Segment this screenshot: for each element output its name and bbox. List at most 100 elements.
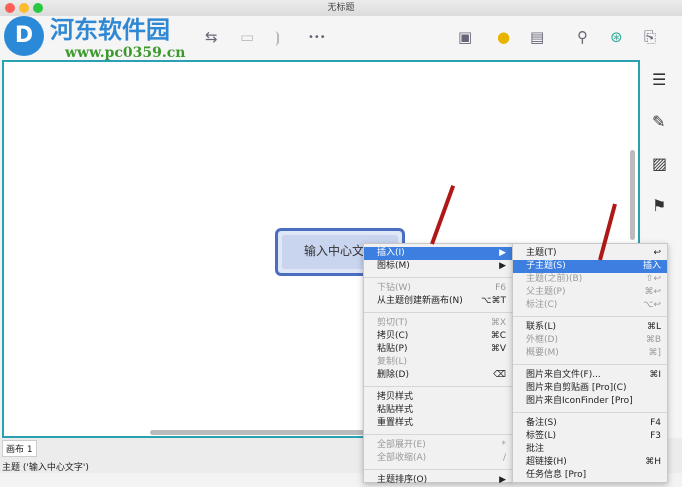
menu-item[interactable]: 父主题(P) ⌘↩ xyxy=(513,286,667,299)
menu-item-label: 删除(D) xyxy=(377,370,409,380)
search-icon[interactable]: ⚲ xyxy=(577,28,588,46)
menu-item-label: 概要(M) xyxy=(526,348,559,358)
watermark-url: www.pc0359.cn xyxy=(65,45,186,61)
format-icon[interactable]: ☰ xyxy=(652,70,666,89)
menu-item[interactable]: 主题(之前)(B) ⇧↩ xyxy=(513,273,667,286)
menu-item-label: 任务信息 [Pro] xyxy=(526,470,587,480)
relationship-icon[interactable]: ⇆ xyxy=(205,28,218,46)
menu-item[interactable]: 子主题(S) 插入 xyxy=(513,260,667,273)
context-menu: 插入(I) ▶ 图标(M) ▶ 下钻(W) F6 从主题创建新画布(N) ⌥⌘T 剪切(T) ⌘X… xyxy=(363,243,513,485)
menu-item[interactable]: 联系(L) ⌘L xyxy=(513,321,667,334)
menu-item-label: 拷贝样式 xyxy=(377,392,414,402)
menu-separator xyxy=(513,364,667,365)
menu-item-label: 拷贝(C) xyxy=(377,331,409,341)
menu-item[interactable]: 粘贴样式 xyxy=(364,404,512,417)
menu-item-label: 父主题(P) xyxy=(526,287,566,297)
menu-item[interactable]: 主题排序(O) ▶ xyxy=(364,474,512,487)
menu-item-shortcut: 插入 xyxy=(642,261,661,271)
share-icon[interactable]: ⊛ xyxy=(610,28,623,46)
menu-item[interactable]: 标签(L) F3 xyxy=(513,430,667,443)
menu-item-label: 图片来自剪贴画 [Pro](C) xyxy=(526,383,627,393)
menu-separator xyxy=(364,386,512,387)
style-brush-icon[interactable]: ✎ xyxy=(652,112,665,131)
menu-item-shortcut: ⌘L xyxy=(646,322,661,332)
menu-item-shortcut: F4 xyxy=(650,418,661,428)
menu-item-label: 粘贴(P) xyxy=(377,344,408,354)
zoom-button[interactable] xyxy=(33,3,43,13)
menu-item-label: 标注(C) xyxy=(526,300,558,310)
menu-item-shortcut: ▶ xyxy=(499,475,506,485)
menu-item[interactable]: 拷贝(C) ⌘C xyxy=(364,330,512,343)
minimize-button[interactable] xyxy=(19,3,29,13)
menu-item-shortcut: / xyxy=(502,453,506,463)
menu-separator xyxy=(513,412,667,413)
menu-separator xyxy=(513,316,667,317)
menu-separator xyxy=(364,277,512,278)
menu-item-shortcut: ⌘I xyxy=(649,370,661,380)
menu-item[interactable]: 插入(I) ▶ xyxy=(364,247,512,260)
menu-item[interactable]: 概要(M) ⌘] xyxy=(513,347,667,360)
menu-item[interactable]: 全部收缩(A) / xyxy=(364,452,512,465)
menu-item-label: 从主题创建新画布(N) xyxy=(377,296,463,306)
menu-item[interactable]: 备注(S) F4 xyxy=(513,417,667,430)
menu-item[interactable]: 外框(D) ⌘B xyxy=(513,334,667,347)
menu-item-label: 联系(L) xyxy=(526,322,557,332)
menu-item[interactable]: 复制(L) xyxy=(364,356,512,369)
menu-item[interactable]: 粘贴(P) ⌘V xyxy=(364,343,512,356)
menu-item[interactable]: 主题(T) ↩ xyxy=(513,247,667,260)
menu-item[interactable]: 标注(C) ⌥↩ xyxy=(513,299,667,312)
menu-item[interactable]: 图片来自剪贴画 [Pro](C) xyxy=(513,382,667,395)
menu-item-shortcut: ⌘X xyxy=(490,318,506,328)
menu-item-label: 全部展开(E) xyxy=(377,440,426,450)
menu-item[interactable]: 图片来自IconFinder [Pro] xyxy=(513,395,667,408)
menu-item-label: 图标(M) xyxy=(377,261,410,271)
menu-item-shortcut: ⌫ xyxy=(493,370,506,380)
menu-item-label: 图片来自文件(F)... xyxy=(526,370,601,380)
menu-item[interactable]: 拷贝样式 xyxy=(364,391,512,404)
menu-item-shortcut: ⌘H xyxy=(645,457,661,467)
summary-icon[interactable]: ⦘ xyxy=(275,28,280,46)
flag-icon[interactable]: ⚑ xyxy=(652,196,666,215)
menu-item[interactable]: 全部展开(E) * xyxy=(364,439,512,452)
close-button[interactable] xyxy=(5,3,15,13)
menu-item-shortcut: ⌥⌘T xyxy=(481,296,506,306)
boundary-icon[interactable]: ▭ xyxy=(240,28,254,46)
menu-item-shortcut: ↩ xyxy=(653,248,661,258)
menu-item-label: 标签(L) xyxy=(526,431,557,441)
menu-item[interactable]: 重置样式 xyxy=(364,417,512,430)
vertical-scrollbar[interactable] xyxy=(630,150,635,240)
image-icon[interactable]: ▨ xyxy=(652,154,667,173)
menu-item-shortcut: ▶ xyxy=(499,261,506,271)
menu-item[interactable]: 删除(D) ⌫ xyxy=(364,369,512,382)
menu-item[interactable]: 超链接(H) ⌘H xyxy=(513,456,667,469)
menu-item-shortcut: ⇧↩ xyxy=(645,274,661,284)
outline-icon[interactable]: ▤ xyxy=(530,28,544,46)
window-title: 无标题 xyxy=(327,3,355,13)
menu-item-label: 剪切(T) xyxy=(377,318,408,328)
more-button[interactable]: ••• xyxy=(308,32,326,43)
menu-item-label: 下钻(W) xyxy=(377,283,411,293)
presentation-icon[interactable]: ▣ xyxy=(458,28,472,46)
menu-item-label: 批注 xyxy=(526,444,545,454)
menu-item[interactable]: 批注 xyxy=(513,443,667,456)
menu-item-shortcut: F6 xyxy=(495,283,506,293)
menu-item-label: 备注(S) xyxy=(526,418,557,428)
menu-item[interactable]: 下钻(W) F6 xyxy=(364,282,512,295)
menu-separator xyxy=(364,312,512,313)
menu-item-label: 主题(之前)(B) xyxy=(526,274,583,284)
menu-item-shortcut: ⌘C xyxy=(490,331,506,341)
watermark-logo: D xyxy=(4,16,44,56)
menu-item-shortcut: ⌘↩ xyxy=(644,287,661,297)
menu-item[interactable]: 图标(M) ▶ xyxy=(364,260,512,273)
idea-bulb-icon[interactable]: ● xyxy=(497,28,510,46)
menu-item-shortcut: ⌥↩ xyxy=(643,300,661,310)
horizontal-scrollbar[interactable] xyxy=(150,430,370,435)
watermark-text: 河东软件园 xyxy=(50,15,170,44)
menu-item[interactable]: 任务信息 [Pro] xyxy=(513,469,667,482)
export-icon[interactable]: ⎘ xyxy=(644,28,656,46)
menu-item-label: 外框(D) xyxy=(526,335,558,345)
menu-item[interactable]: 从主题创建新画布(N) ⌥⌘T xyxy=(364,295,512,308)
sheet-tab[interactable]: 画布 1 xyxy=(2,440,37,457)
menu-item[interactable]: 图片来自文件(F)... ⌘I xyxy=(513,369,667,382)
menu-item[interactable]: 剪切(T) ⌘X xyxy=(364,317,512,330)
